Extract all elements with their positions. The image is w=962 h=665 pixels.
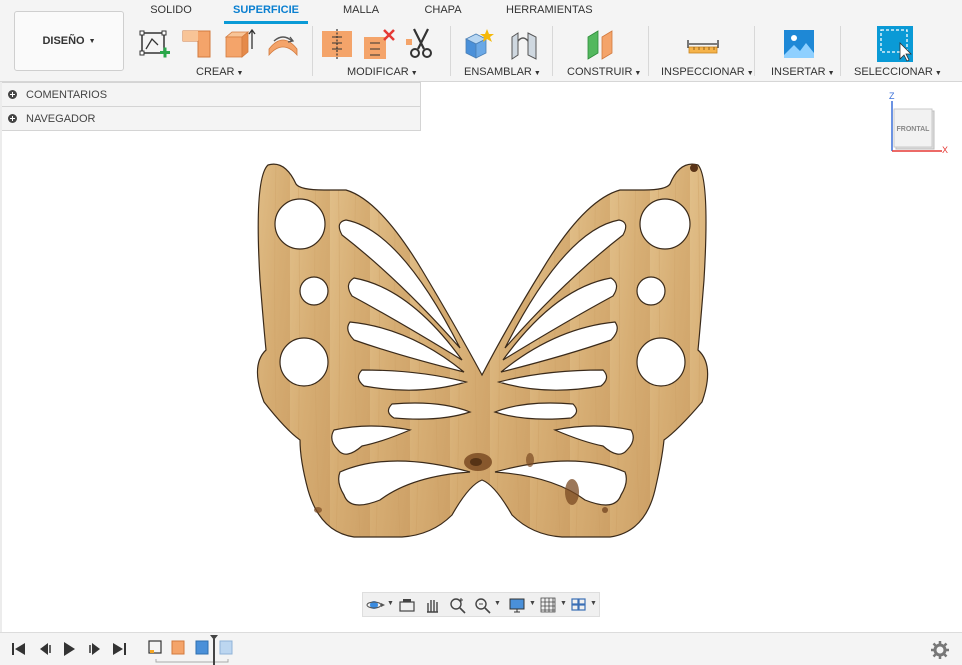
group-label: CONSTRUIR <box>567 66 633 78</box>
group-inspeccionar[interactable]: INSPECCIONAR ▼ <box>661 66 754 78</box>
group-separator <box>648 26 649 76</box>
previous-step-icon[interactable] <box>36 641 54 657</box>
group-construir[interactable]: CONSTRUIR ▼ <box>567 66 641 78</box>
display-settings-icon[interactable] <box>508 596 528 614</box>
group-modificar[interactable]: MODIFICAR ▼ <box>347 66 418 78</box>
split-body-scissors-icon[interactable] <box>404 27 438 61</box>
butterfly-body <box>256 163 709 538</box>
active-tab-indicator <box>224 21 308 24</box>
insert-image-icon[interactable] <box>782 27 816 61</box>
viewports-icon[interactable] <box>570 596 590 614</box>
last-step-icon[interactable] <box>110 641 128 657</box>
comments-panel[interactable]: COMENTARIOS <box>0 82 421 107</box>
tab-malla[interactable]: MALLA <box>338 4 384 16</box>
look-at-icon[interactable] <box>397 596 417 614</box>
extrude-surface-icon[interactable] <box>180 27 214 61</box>
thicken-icon[interactable] <box>222 27 256 61</box>
comments-panel-label: COMENTARIOS <box>26 88 108 101</box>
tab-chapa[interactable]: CHAPA <box>422 4 464 16</box>
group-separator <box>754 26 755 76</box>
fusion-app: DISEÑO ▼ SOLIDO SUPERFICIE MALLA CHAPA HE… <box>0 0 962 665</box>
viewcube-axis-x: X <box>942 145 949 155</box>
new-component-icon[interactable] <box>462 27 496 61</box>
caret-down-icon: ▼ <box>88 37 96 45</box>
group-separator <box>312 26 313 76</box>
viewport-navbar: ▼ ▼ ▼ ▼ ▼ <box>362 592 600 617</box>
group-seleccionar[interactable]: SELECCIONAR ▼ <box>854 66 942 78</box>
ribbon-toolbar: DISEÑO ▼ SOLIDO SUPERFICIE MALLA CHAPA HE… <box>0 0 962 82</box>
group-label: CREAR <box>196 66 235 78</box>
tab-label: SOLIDO <box>150 4 192 16</box>
workspace-design-label: DISEÑO <box>42 35 85 47</box>
caret-down-icon[interactable]: ▼ <box>387 600 394 607</box>
navigator-panel-label: NAVEGADOR <box>26 112 96 125</box>
grid-settings-icon[interactable] <box>539 596 559 614</box>
caret-down-icon: ▼ <box>634 70 642 77</box>
viewcube-axis-z: Z <box>889 91 895 101</box>
caret-down-icon[interactable]: ▼ <box>529 600 536 607</box>
caret-down-icon: ▼ <box>827 70 835 77</box>
pan-hand-icon[interactable] <box>423 596 443 614</box>
tab-herramientas[interactable]: HERRAMIENTAS <box>506 4 593 16</box>
tab-label: CHAPA <box>424 4 462 16</box>
zoom-icon[interactable] <box>448 596 468 614</box>
tab-solido[interactable]: SOLIDO <box>150 4 192 16</box>
group-label: ENSAMBLAR <box>464 66 532 78</box>
timeline <box>0 632 962 665</box>
expand-plus-icon[interactable] <box>8 90 17 99</box>
first-step-icon[interactable] <box>10 641 28 657</box>
group-separator <box>552 26 553 76</box>
caret-down-icon[interactable]: ▼ <box>494 600 501 607</box>
timeline-settings-gear-icon[interactable] <box>930 640 950 660</box>
caret-down-icon: ▼ <box>934 70 942 77</box>
orbit-icon[interactable] <box>366 596 386 614</box>
group-label: SELECCIONAR <box>854 66 933 78</box>
viewcube[interactable]: Z X FRONTAL <box>884 91 954 159</box>
joint-icon[interactable] <box>508 27 542 61</box>
delete-face-icon[interactable] <box>362 27 396 61</box>
navigator-panel[interactable]: NAVEGADOR <box>0 106 421 131</box>
caret-down-icon: ▼ <box>410 70 418 77</box>
viewcube-face-label[interactable]: FRONTAL <box>894 126 932 133</box>
group-label: MODIFICAR <box>347 66 409 78</box>
trim-icon[interactable] <box>320 27 354 61</box>
tab-label: MALLA <box>342 4 380 16</box>
caret-down-icon: ▼ <box>533 70 541 77</box>
group-ensamblar[interactable]: ENSAMBLAR ▼ <box>464 66 541 78</box>
caret-down-icon: ▼ <box>236 70 244 77</box>
revolve-surface-icon[interactable] <box>266 27 300 61</box>
offset-plane-icon[interactable] <box>584 27 618 61</box>
fit-zoom-icon[interactable] <box>473 596 493 614</box>
group-crear[interactable]: CREAR ▼ <box>196 66 243 78</box>
caret-down-icon: ▼ <box>746 70 754 77</box>
next-step-icon[interactable] <box>86 641 104 657</box>
caret-down-icon[interactable]: ▼ <box>590 600 597 607</box>
group-label: INSERTAR <box>771 66 826 78</box>
butterfly-model[interactable] <box>250 160 715 540</box>
group-separator <box>840 26 841 76</box>
create-sketch-icon[interactable] <box>138 27 172 61</box>
group-separator <box>450 26 451 76</box>
canvas-left-edge <box>0 82 2 632</box>
play-icon[interactable] <box>60 641 78 657</box>
tab-label: HERRAMIENTAS <box>506 4 593 16</box>
timeline-features[interactable] <box>146 635 238 665</box>
group-insertar[interactable]: INSERTAR ▼ <box>771 66 835 78</box>
tab-label: SUPERFICIE <box>232 4 299 16</box>
group-label: INSPECCIONAR <box>661 66 745 78</box>
workspace-design-button[interactable]: DISEÑO ▼ <box>14 11 124 71</box>
caret-down-icon[interactable]: ▼ <box>560 600 567 607</box>
select-icon[interactable] <box>876 25 914 63</box>
tab-superficie[interactable]: SUPERFICIE <box>226 4 306 16</box>
measure-icon[interactable] <box>686 27 720 61</box>
expand-plus-icon[interactable] <box>8 114 17 123</box>
